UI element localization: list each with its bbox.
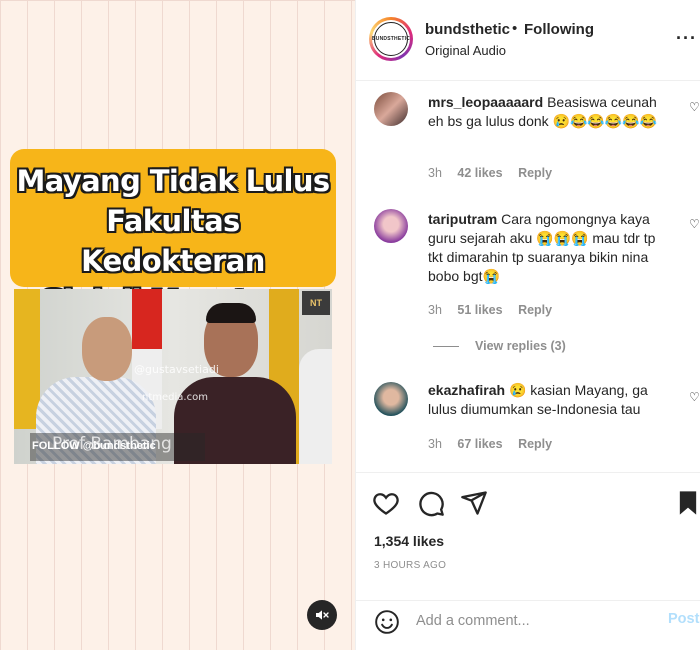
- more-options-icon[interactable]: ···: [676, 28, 697, 49]
- person-center-hair: [206, 303, 256, 323]
- speaker-muted-icon: [316, 610, 329, 620]
- post-comment-button[interactable]: Post: [668, 611, 699, 627]
- post-time: 3 HOURS AGO: [374, 560, 447, 571]
- commenter-avatar[interactable]: [374, 209, 408, 243]
- comment-username[interactable]: mrs_leopaaaaard: [428, 94, 543, 110]
- comment-time: 3h: [428, 166, 442, 180]
- video-title-banner: Mayang Tidak Lulus Fakultas Kedokteran G…: [10, 149, 336, 318]
- comment-time: 3h: [428, 303, 442, 317]
- add-comment-bar: Post: [356, 600, 700, 651]
- author-username[interactable]: bundsthetic: [425, 21, 510, 38]
- comment-meta: 3h 42 likes Reply: [428, 166, 564, 180]
- commenter-avatar[interactable]: [374, 382, 408, 416]
- comment-meta: 3h 51 likes Reply: [428, 303, 564, 317]
- comment-icon[interactable]: [417, 489, 445, 517]
- share-icon[interactable]: [460, 489, 488, 517]
- like-comment-icon[interactable]: ♡: [689, 217, 700, 231]
- video-title-line-1: Mayang Tidak Lulus: [16, 164, 330, 198]
- watermark-ntmedia: ntmedia.com: [142, 392, 208, 403]
- bookmark-icon[interactable]: [674, 489, 700, 517]
- comment-meta: 3h 67 likes Reply: [428, 437, 564, 451]
- comment-text-block: tariputram Cara ngomongnya kaya guru sej…: [428, 210, 668, 286]
- reply-button[interactable]: Reply: [518, 437, 552, 451]
- comment-time: 3h: [428, 437, 442, 451]
- follow-watermark: FOLLOW @bundsthetic: [32, 440, 156, 452]
- reply-button[interactable]: Reply: [518, 303, 552, 317]
- action-bar: 1,354 likes 3 HOURS AGO: [356, 472, 700, 603]
- separator-dot: •: [512, 20, 518, 37]
- video-title-line-2: Fakultas Kedokteran: [81, 204, 265, 278]
- audio-link[interactable]: Original Audio: [425, 43, 506, 58]
- reply-button[interactable]: Reply: [518, 166, 552, 180]
- view-replies-label: View replies (3): [475, 339, 566, 353]
- comment-input[interactable]: [416, 610, 656, 632]
- flag-red: [132, 289, 162, 349]
- person-left-head: [82, 317, 132, 381]
- comment-username[interactable]: tariputram: [428, 211, 497, 227]
- watermark-gustav: @gustavsetiadi: [134, 363, 219, 376]
- commenter-avatar[interactable]: [374, 92, 408, 126]
- comment-text-block: ekazhafirah 😢 kasian Mayang, ga lulus di…: [428, 381, 668, 419]
- view-replies-button[interactable]: View replies (3): [433, 339, 566, 353]
- mute-button[interactable]: [307, 600, 337, 630]
- post-media[interactable]: Mayang Tidak Lulus Fakultas Kedokteran G…: [0, 0, 355, 650]
- following-button[interactable]: Following: [524, 21, 594, 38]
- like-comment-icon[interactable]: ♡: [689, 390, 700, 404]
- like-comment-icon[interactable]: ♡: [689, 100, 700, 114]
- comment-username[interactable]: ekazhafirah: [428, 382, 505, 398]
- person-right: [299, 349, 332, 464]
- comment-likes[interactable]: 51 likes: [457, 303, 502, 317]
- heart-icon[interactable]: [372, 489, 400, 517]
- comment-likes[interactable]: 42 likes: [457, 166, 502, 180]
- post-sidebar: BUNDSTHETIC bundsthetic • Following Orig…: [355, 0, 700, 650]
- author-avatar[interactable]: BUNDSTHETIC: [369, 17, 413, 61]
- video-frame[interactable]: NT @gustavsetiadi ntmedia.com Prof Bamba…: [14, 289, 332, 464]
- post-header: BUNDSTHETIC bundsthetic • Following Orig…: [356, 0, 700, 81]
- emoji-icon[interactable]: [374, 609, 400, 635]
- likes-count[interactable]: 1,354 likes: [374, 533, 444, 549]
- comment-likes[interactable]: 67 likes: [457, 437, 502, 451]
- avatar-logo: BUNDSTHETIC: [372, 22, 410, 56]
- comment-text-block: mrs_leopaaaaard Beasiswa ceunah eh bs ga…: [428, 93, 668, 131]
- nt-logo: NT: [302, 291, 330, 315]
- replies-divider: [433, 346, 459, 348]
